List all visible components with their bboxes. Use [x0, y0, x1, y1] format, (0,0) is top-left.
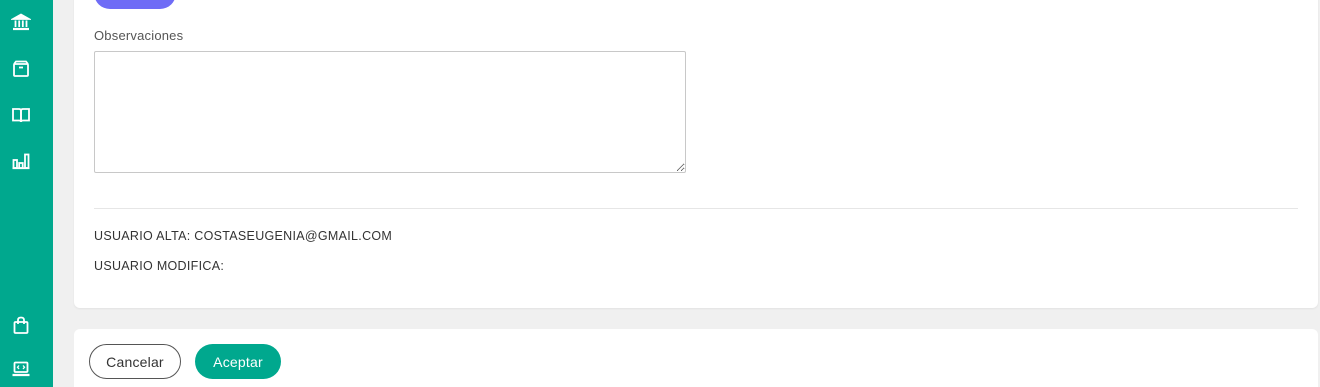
shopping-bag-icon[interactable] — [10, 314, 32, 336]
footer-actions: Cancelar Aceptar — [74, 329, 1318, 387]
bank-icon[interactable] — [10, 11, 32, 33]
book-open-icon[interactable] — [10, 104, 32, 126]
observaciones-label: Observaciones — [94, 28, 184, 43]
purple-action-button[interactable] — [94, 0, 176, 9]
package-icon[interactable] — [10, 58, 32, 80]
bar-chart-icon[interactable] — [10, 150, 32, 172]
usuario-modifica-text: USUARIO MODIFICA: — [94, 259, 225, 273]
sidebar — [0, 0, 53, 387]
laptop-code-icon[interactable] — [10, 358, 32, 380]
cancel-button[interactable]: Cancelar — [89, 344, 181, 379]
observaciones-textarea[interactable] — [94, 51, 686, 173]
form-card: Observaciones USUARIO ALTA: COSTASEUGENI… — [74, 0, 1318, 308]
divider — [94, 208, 1298, 209]
usuario-alta-text: USUARIO ALTA: COSTASEUGENIA@GMAIL.COM — [94, 229, 393, 243]
accept-button[interactable]: Aceptar — [195, 344, 281, 379]
